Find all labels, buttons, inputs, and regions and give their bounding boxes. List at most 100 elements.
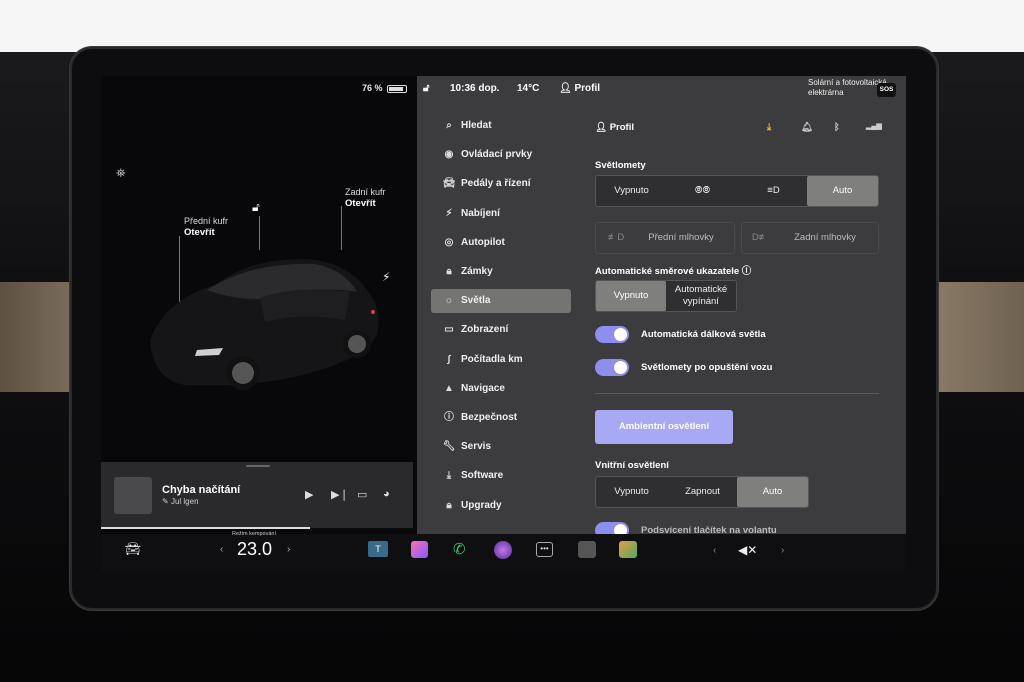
bluetooth-icon[interactable]: ᛒ bbox=[834, 122, 840, 133]
auto-high-beam-label: Automatická dálková světla bbox=[641, 329, 766, 340]
volume-down-icon[interactable]: ‹ bbox=[713, 545, 716, 556]
menu-item-10[interactable]: ▲ Navigace bbox=[431, 377, 571, 401]
bolt-icon: ⚡︎ bbox=[445, 207, 453, 219]
rear-trunk-callout[interactable]: Zadní kufr Otevřít bbox=[345, 187, 386, 209]
dashcam-icon[interactable] bbox=[578, 541, 596, 558]
menu-item-13[interactable]: ⤓ Software bbox=[431, 464, 571, 488]
menu-item-label: Počítadla km bbox=[461, 353, 523, 365]
sos-button[interactable]: SOS bbox=[877, 83, 896, 97]
car-icon: 🚘︎ bbox=[442, 178, 456, 190]
menu-item-7[interactable]: ☼ Světla bbox=[431, 289, 571, 314]
menu-item-label: Software bbox=[461, 470, 504, 482]
parking-lights-option[interactable]: ⦾⦾ bbox=[667, 176, 738, 206]
app-launcher-icon[interactable]: T bbox=[368, 541, 388, 557]
download-icon: ⤓ bbox=[446, 470, 452, 482]
headlights-selector[interactable]: Vypnuto ⦾⦾ ≡D Auto bbox=[595, 175, 879, 207]
search-icon: ⌕ bbox=[446, 120, 452, 131]
next-track-icon[interactable]: ▶❘ bbox=[331, 488, 349, 501]
headlights-auto[interactable]: Auto bbox=[807, 176, 878, 206]
temp-down-icon[interactable]: ‹ bbox=[220, 544, 223, 555]
menu-item-5[interactable]: ◎ Autopilot bbox=[431, 231, 571, 255]
menu-item-1[interactable]: ⌕ Hledat bbox=[431, 114, 571, 138]
front-trunk-label: Přední kufr bbox=[184, 216, 229, 226]
equalizer-icon[interactable]: ▭ bbox=[357, 488, 367, 501]
toggle-icon: ◉ bbox=[444, 149, 454, 161]
headlights-title: Světlomety bbox=[595, 160, 646, 171]
lock-icon: 🔒︎ bbox=[446, 266, 452, 277]
menu-item-2[interactable]: ◉ Ovládací prvky bbox=[431, 143, 571, 167]
auto-signals-selector[interactable]: Vypnuto Automatické vypínání bbox=[595, 280, 737, 312]
front-trunk-open[interactable]: Otevřít bbox=[184, 227, 215, 238]
battery-percent: 76 % bbox=[362, 83, 383, 93]
menu-item-label: Ovládací prvky bbox=[461, 149, 533, 161]
interior-auto[interactable]: Auto bbox=[737, 477, 808, 507]
interior-off[interactable]: Vypnuto bbox=[596, 477, 667, 507]
bag-icon: 🔒︎ bbox=[446, 499, 452, 511]
menu-item-9[interactable]: ∫ Počítadla km bbox=[431, 348, 571, 372]
menu-item-8[interactable]: ▭ Zobrazení bbox=[431, 318, 571, 342]
auto-signals-title: Automatické směrové ukazatele ⓘ bbox=[595, 263, 751, 277]
menu-item-4[interactable]: ⚡︎ Nabíjení bbox=[431, 202, 571, 226]
more-apps-icon[interactable]: ••• bbox=[536, 542, 553, 557]
rear-fog-label: Zadní mlhovky bbox=[794, 232, 856, 243]
cabin-temperature[interactable]: 23.0 bbox=[237, 539, 287, 560]
phone-icon[interactable]: ✆ bbox=[453, 540, 466, 558]
touchscreen: 76 % ⛯ Přední kufr Otevřít Zadní kufr Ot… bbox=[101, 76, 906, 534]
display-icon: ▭ bbox=[444, 324, 454, 336]
toybox-icon[interactable] bbox=[619, 541, 637, 558]
menu-item-label: Hledat bbox=[461, 120, 492, 131]
profile-status[interactable]: 👤︎ Profil bbox=[559, 83, 600, 94]
temp-up-icon[interactable]: › bbox=[287, 544, 290, 555]
menu-item-6[interactable]: 🔒︎ Zámky bbox=[431, 260, 571, 284]
front-trunk-callout[interactable]: Přední kufr Otevřít bbox=[184, 216, 228, 238]
volume-mute-icon[interactable]: ◀✕ bbox=[738, 543, 757, 557]
media-drag-handle[interactable] bbox=[246, 465, 270, 467]
notes-app-icon[interactable] bbox=[411, 541, 428, 558]
profile-header[interactable]: 👤︎ Profil bbox=[595, 122, 634, 133]
menu-item-3[interactable]: 🚘︎ Pedály a řízení bbox=[431, 172, 571, 196]
menu-item-11[interactable]: ⓘ Bezpečnost bbox=[431, 406, 571, 430]
menu-item-14[interactable]: 🔒︎ Upgrady bbox=[431, 494, 571, 518]
ambient-lighting-button[interactable]: Ambientní osvětlení bbox=[595, 410, 733, 444]
headlights-after-exit-toggle[interactable] bbox=[595, 359, 629, 376]
auto-signals-off[interactable]: Vypnuto bbox=[596, 281, 666, 311]
steering-wheel-icon: ◎ bbox=[444, 236, 454, 248]
media-progress-bar[interactable] bbox=[101, 527, 310, 529]
charge-port-icon[interactable]: ⚡︎ bbox=[382, 270, 390, 284]
download-icon[interactable]: ⤓ bbox=[767, 122, 771, 133]
interior-on[interactable]: Zapnout bbox=[667, 477, 738, 507]
volume-up-icon[interactable]: › bbox=[781, 545, 784, 556]
headlights-off[interactable]: Vypnuto bbox=[596, 176, 667, 206]
info-icon[interactable]: ⓘ bbox=[742, 266, 752, 277]
auto-high-beam-toggle[interactable] bbox=[595, 326, 629, 343]
interior-lighting-title: Vnitřní osvětlení bbox=[595, 460, 669, 471]
media-title: Chyba načítání bbox=[162, 484, 241, 496]
rear-fog-icon: D≢ bbox=[751, 232, 769, 243]
lock-status-icon[interactable]: 🔓︎ bbox=[423, 83, 429, 94]
menu-item-label: Navigace bbox=[461, 382, 505, 394]
bell-icon[interactable]: 🔔︎ bbox=[801, 122, 813, 133]
rear-fog-button[interactable]: D≢ Zadní mlhovky bbox=[741, 222, 879, 254]
rear-trunk-open[interactable]: Otevřít bbox=[345, 198, 376, 209]
front-fog-button[interactable]: ≢D Přední mlhovky bbox=[595, 222, 735, 254]
camera-app-icon[interactable] bbox=[494, 541, 512, 559]
settings-menu: ⌕ Hledat ◉ Ovládací prvky 🚘︎ Pedály a řízení ⚡… bbox=[417, 102, 583, 534]
battery-icon bbox=[387, 85, 407, 93]
unlock-icon[interactable]: 🔓︎ bbox=[252, 200, 260, 215]
menu-item-label: Světla bbox=[461, 295, 491, 307]
interior-lighting-selector[interactable]: Vypnuto Zapnout Auto bbox=[595, 476, 809, 508]
low-beam-option[interactable]: ≡D bbox=[738, 176, 809, 206]
menu-item-12[interactable]: 🔧︎ Servis bbox=[431, 435, 571, 459]
divider bbox=[595, 393, 879, 394]
profile-header-label: Profil bbox=[609, 122, 634, 133]
play-icon[interactable]: ▶ bbox=[305, 488, 313, 501]
person-icon: 👤︎ bbox=[595, 122, 610, 133]
menu-item-label: Upgrady bbox=[461, 499, 502, 511]
menu-item-label: Zámky bbox=[461, 266, 493, 277]
steering-backlight-toggle[interactable] bbox=[595, 522, 629, 534]
auto-signals-auto-cancel[interactable]: Automatické vypínání bbox=[666, 281, 736, 311]
low-beam-icon: ≡D bbox=[767, 185, 780, 196]
sun-icon: ☼ bbox=[444, 295, 454, 307]
car-icon[interactable]: 🚘︎ bbox=[123, 540, 143, 558]
voice-icon[interactable]: ◕ bbox=[383, 488, 390, 500]
